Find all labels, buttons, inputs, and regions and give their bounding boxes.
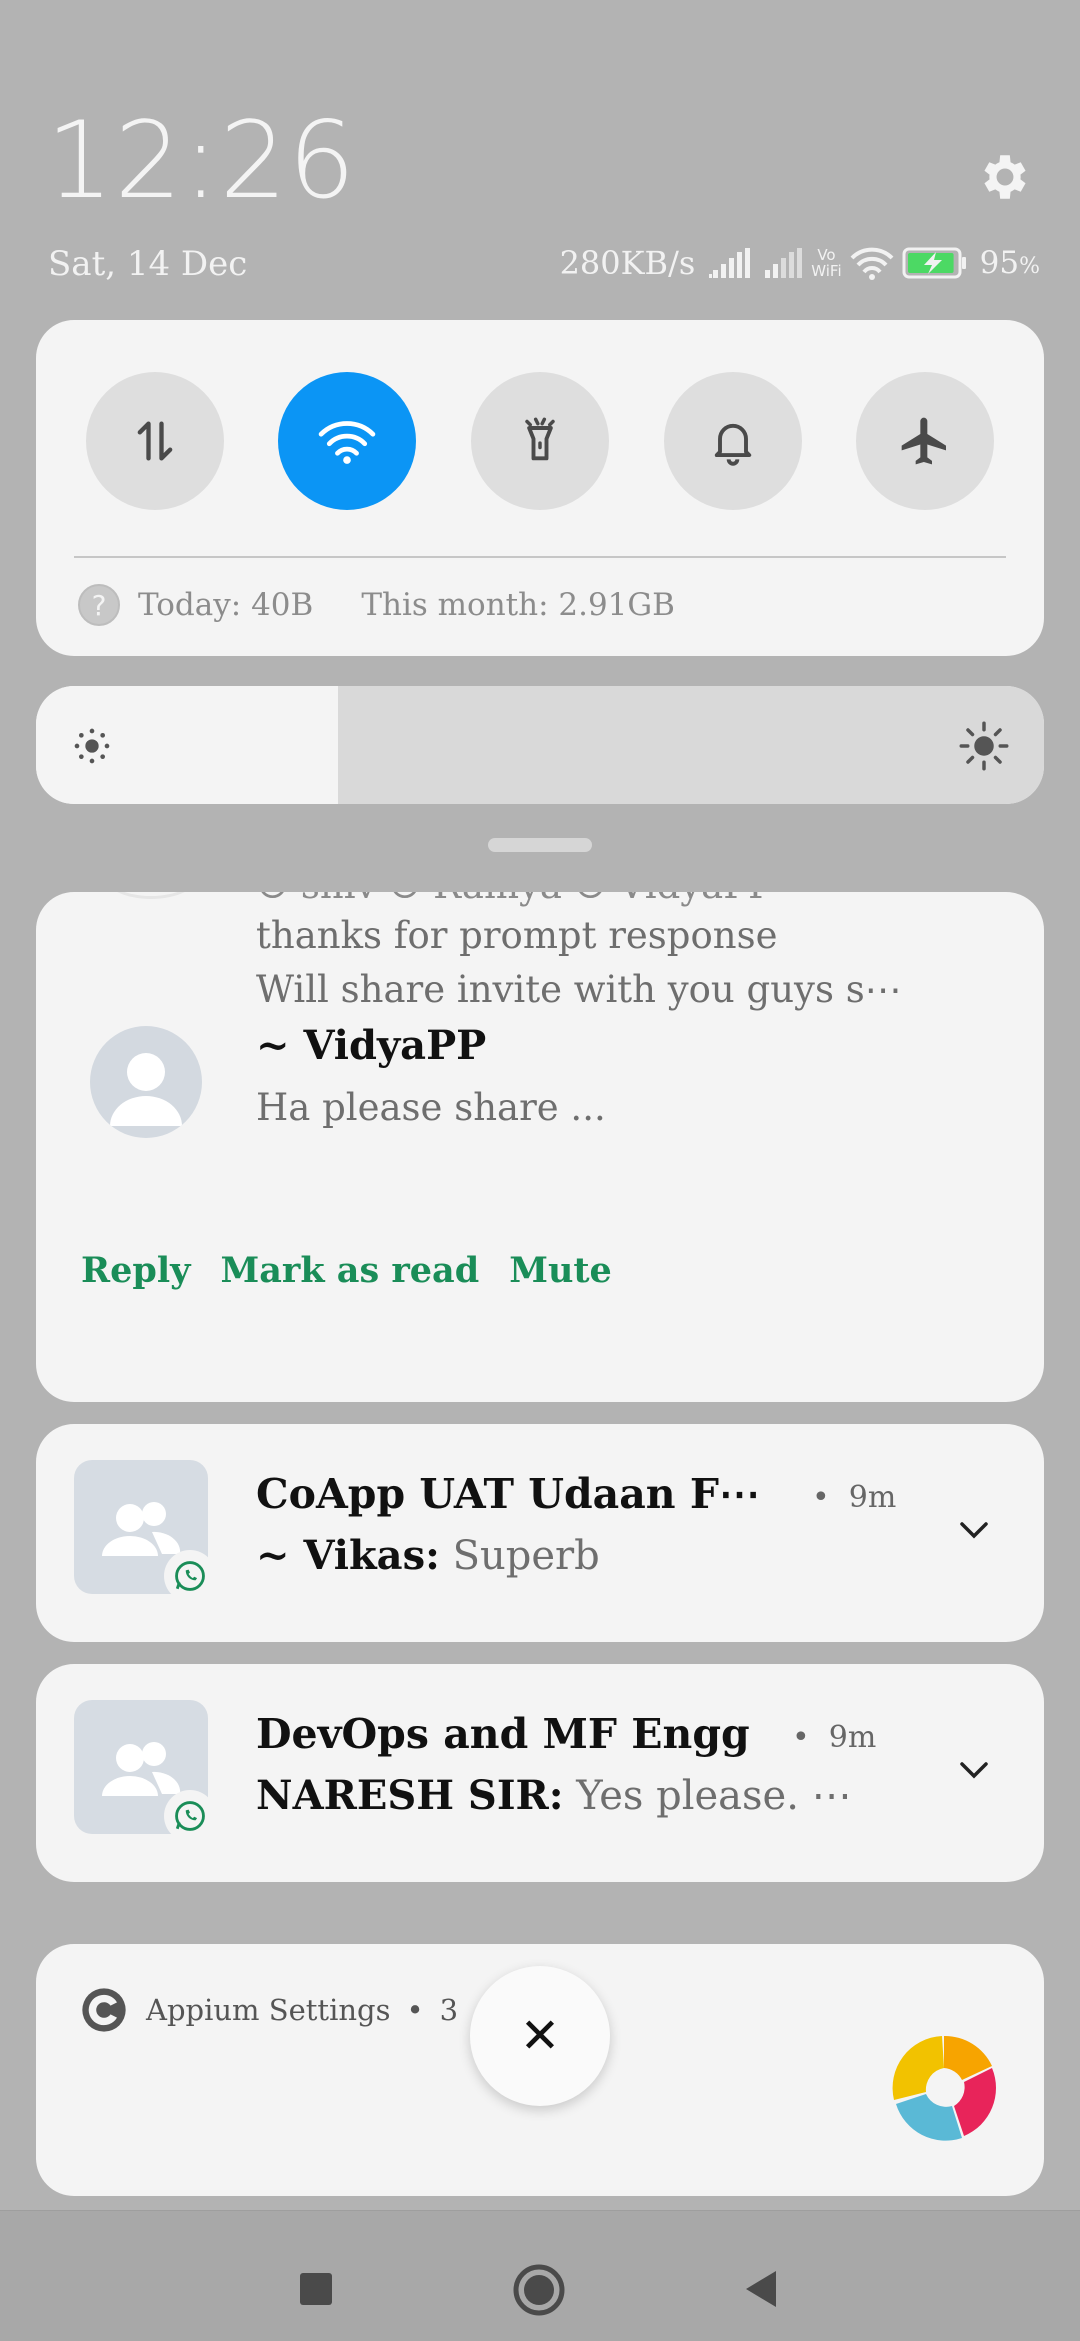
panel-drag-handle[interactable] — [488, 838, 592, 852]
appium-small-icon — [82, 1988, 126, 2032]
mark-as-read-button[interactable]: Mark as read — [220, 1250, 479, 1291]
whatsapp-icon — [164, 1790, 216, 1842]
whatsapp-icon — [164, 1550, 216, 1602]
brightness-slider[interactable] — [36, 686, 1044, 804]
date[interactable]: Sat, 14 Dec — [48, 244, 247, 284]
battery-percent: 95% — [979, 245, 1040, 281]
chevron-down-icon[interactable] — [956, 1758, 992, 1782]
tile-flashlight[interactable] — [471, 372, 609, 510]
tile-airplane[interactable] — [856, 372, 994, 510]
mute-button[interactable]: Mute — [509, 1250, 612, 1291]
status-icons: 280KB/s Vo WiFi 95% — [560, 240, 1040, 286]
message-sender: ~ VidyaPP — [256, 1022, 487, 1069]
wifi-icon — [850, 247, 894, 280]
network-speed: 280KB/s — [559, 244, 696, 282]
signal-icon — [709, 248, 751, 278]
wifi-icon — [318, 421, 376, 464]
message-line: Will share invite with you guys s⋯ — [256, 968, 902, 1011]
chat-time: • 9m — [792, 1720, 877, 1755]
data-arrows-icon — [137, 421, 173, 461]
gear-icon[interactable] — [976, 148, 1034, 206]
volte-wifi-icon: Vo WiFi — [811, 246, 842, 280]
chat-notification[interactable]: CoApp UAT Udaan F⋯ • 9m ~ Vikas: Superb — [36, 1424, 1044, 1642]
chat-notification[interactable]: DevOps and MF Engg • 9m NARESH SIR: Yes … — [36, 1664, 1044, 1882]
chat-preview: NARESH SIR: Yes please. ⋯ — [256, 1772, 852, 1819]
message-line: thanks for prompt response — [256, 914, 778, 957]
chevron-down-icon[interactable] — [956, 1518, 992, 1542]
tile-sound[interactable] — [664, 372, 802, 510]
tile-mobile-data[interactable] — [86, 372, 224, 510]
reply-button[interactable]: Reply — [81, 1250, 190, 1291]
close-icon: ✕ — [519, 2008, 561, 2064]
divider — [74, 556, 1006, 558]
today-usage: Today: 40B — [138, 587, 314, 623]
app-name: Appium Settings — [146, 1993, 391, 2027]
brightness-low-icon — [74, 728, 110, 764]
clock[interactable]: 12:26 — [46, 108, 356, 214]
notification-actions: Reply Mark as read Mute — [81, 1250, 612, 1291]
avatar — [90, 1026, 202, 1138]
flashlight-icon — [525, 417, 555, 461]
brightness-track — [338, 686, 1044, 804]
navigation-bar — [0, 2210, 1080, 2341]
month-usage: This month: 2.91GB — [361, 587, 675, 623]
avatar — [102, 892, 200, 899]
message-notification[interactable]: ☺ shiv ☺ Ramya ☺ VidyaPP thanks for prom… — [36, 892, 1044, 1402]
chat-title: CoApp UAT Udaan F⋯ — [256, 1470, 760, 1518]
clear-all-button[interactable]: ✕ — [470, 1966, 610, 2106]
recents-button[interactable] — [300, 2273, 332, 2305]
quick-settings-panel: ? Today: 40B This month: 2.91GB — [36, 320, 1044, 656]
battery-charging-icon — [902, 247, 966, 279]
brightness-high-icon — [959, 721, 1009, 771]
chat-title: DevOps and MF Engg — [256, 1710, 750, 1758]
signal-icon — [765, 248, 803, 278]
airplane-icon — [901, 417, 946, 465]
help-icon: ? — [78, 584, 120, 626]
message-text: Ha please share ... — [256, 1086, 606, 1129]
bell-icon — [714, 423, 752, 466]
chat-preview: ~ Vikas: Superb — [256, 1532, 600, 1579]
notification-time: 3 — [439, 1993, 459, 2027]
tile-wifi[interactable] — [278, 372, 416, 510]
data-usage[interactable]: ? Today: 40B This month: 2.91GB — [78, 584, 675, 626]
appium-header: Appium Settings • 3 — [78, 1984, 458, 2036]
message-line: ☺ shiv ☺ Ramya ☺ VidyaPP — [256, 892, 773, 907]
chat-time: • 9m — [812, 1480, 897, 1515]
appium-logo-icon — [892, 2035, 996, 2141]
home-button[interactable] — [512, 2263, 566, 2317]
back-button[interactable] — [742, 2269, 780, 2309]
person-icon — [110, 1053, 182, 1126]
